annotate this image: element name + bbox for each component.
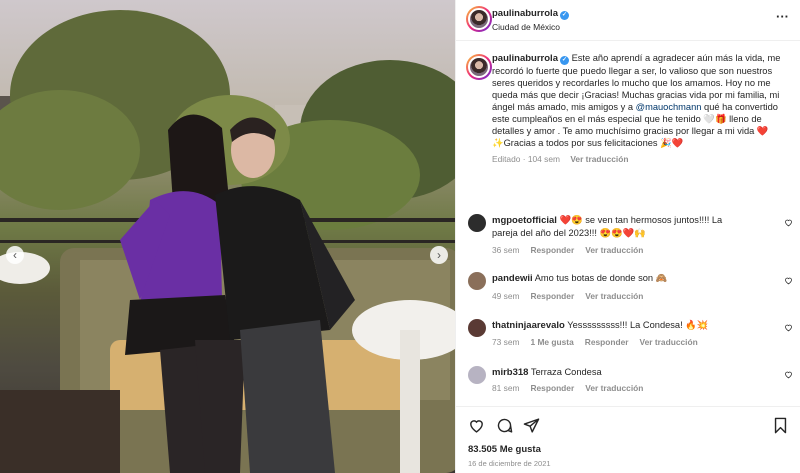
comment-meta: 73 sem 1 Me gusta Responder Ver traducción <box>492 337 709 347</box>
comment-username[interactable]: mgpoetofficial <box>492 215 557 226</box>
post-location[interactable]: Ciudad de México <box>492 22 560 32</box>
author-avatar[interactable] <box>466 6 492 32</box>
translate-link[interactable]: Ver traducción <box>585 291 643 301</box>
author-line: paulinaburrola ✓ <box>492 8 569 20</box>
caption-body: paulinaburrola ✓ Este año aprendí a agrad… <box>492 52 792 149</box>
comment-age: 49 sem <box>492 291 520 301</box>
verified-badge-icon: ✓ <box>559 56 569 65</box>
reply-button[interactable]: Responder <box>585 337 629 347</box>
author-username[interactable]: paulinaburrola <box>492 8 558 19</box>
comment-item: mirb318 Terraza Condesa 81 sem Responder V… <box>468 366 793 398</box>
caption-translate-link[interactable]: Ver traducción <box>570 154 628 164</box>
reply-button[interactable]: Responder <box>530 245 574 255</box>
post-photo[interactable]: ‹ › <box>0 0 455 473</box>
verified-badge-icon: ✓ <box>559 11 569 20</box>
carousel-next-button[interactable]: › <box>430 246 448 264</box>
heart-icon[interactable] <box>784 218 793 227</box>
caption-username[interactable]: paulinaburrola <box>492 53 558 64</box>
bookmark-icon[interactable] <box>772 417 789 434</box>
post-header: paulinaburrola ✓ Ciudad de México ··· <box>456 0 800 41</box>
comment-item: pandewii Amo tus botas de donde son 🙈 49… <box>468 272 793 304</box>
chevron-right-icon: › <box>437 248 441 262</box>
comment-text: thatninjaarevalo Yesssssssss!!! La Conde… <box>492 319 747 332</box>
comment-text: pandewii Amo tus botas de donde son 🙈 <box>492 272 747 285</box>
heart-icon[interactable] <box>784 323 793 332</box>
caption: paulinaburrola ✓ Este año aprendí a agrad… <box>492 52 792 165</box>
comment-meta: 81 sem Responder Ver traducción <box>492 383 654 393</box>
chevron-left-icon: ‹ <box>13 248 17 262</box>
send-icon[interactable] <box>523 417 540 434</box>
carousel-prev-button[interactable]: ‹ <box>6 246 24 264</box>
comment-username[interactable]: pandewii <box>492 273 533 284</box>
commenter-avatar[interactable] <box>468 366 486 384</box>
commenter-avatar[interactable] <box>468 214 486 232</box>
caption-meta: Editado · 104 sem Ver traducción <box>492 154 629 164</box>
caption-avatar[interactable] <box>466 54 492 80</box>
translate-link[interactable]: Ver traducción <box>585 245 643 255</box>
reply-button[interactable]: Responder <box>530 383 574 393</box>
post-side-panel: paulinaburrola ✓ Ciudad de México ··· pau… <box>455 0 800 473</box>
reply-button[interactable]: Responder <box>530 291 574 301</box>
comment-meta: 49 sem Responder Ver traducción <box>492 291 654 301</box>
post-date: 16 de diciembre de 2021 <box>468 459 551 468</box>
edited-label: Editado <box>492 154 521 164</box>
more-horizontal-icon[interactable]: ··· <box>776 9 789 24</box>
comment-age: 73 sem <box>492 337 520 347</box>
heart-icon[interactable] <box>784 276 793 285</box>
comment-body: Amo tus botas de donde son 🙈 <box>534 273 668 283</box>
comment-text: mirb318 Terraza Condesa <box>492 366 747 379</box>
comment-age: 81 sem <box>492 383 520 393</box>
likes-count[interactable]: 83.505 Me gusta <box>468 444 541 455</box>
comment-body: Terraza Condesa <box>530 367 602 377</box>
heart-icon[interactable] <box>784 370 793 379</box>
comment-icon[interactable] <box>496 417 513 434</box>
post-actions <box>456 406 800 442</box>
comment-username[interactable]: thatninjaarevalo <box>492 320 565 331</box>
comment-meta: 36 sem Responder Ver traducción <box>492 245 654 255</box>
caption-age: 104 sem <box>527 154 560 164</box>
comment-item: thatninjaarevalo Yesssssssss!!! La Conde… <box>468 319 793 351</box>
photo-illustration <box>0 0 455 473</box>
commenter-avatar[interactable] <box>468 272 486 290</box>
post-viewer: ‹ › paulinaburrola ✓ Ciudad de México ···… <box>0 0 800 473</box>
commenter-avatar[interactable] <box>468 319 486 337</box>
caption-mention[interactable]: @mauochmann <box>636 102 702 112</box>
comment-text: mgpoetofficial ❤️😍 se ven tan hermosos j… <box>492 214 747 239</box>
heart-icon[interactable] <box>468 417 485 434</box>
comment-item: mgpoetofficial ❤️😍 se ven tan hermosos j… <box>468 214 793 258</box>
comment-username[interactable]: mirb318 <box>492 367 528 378</box>
translate-link[interactable]: Ver traducción <box>640 337 698 347</box>
comment-age: 36 sem <box>492 245 520 255</box>
comment-likes[interactable]: 1 Me gusta <box>530 337 573 347</box>
translate-link[interactable]: Ver traducción <box>585 383 643 393</box>
comment-body: Yesssssssss!!! La Condesa! 🔥💥 <box>567 320 709 330</box>
